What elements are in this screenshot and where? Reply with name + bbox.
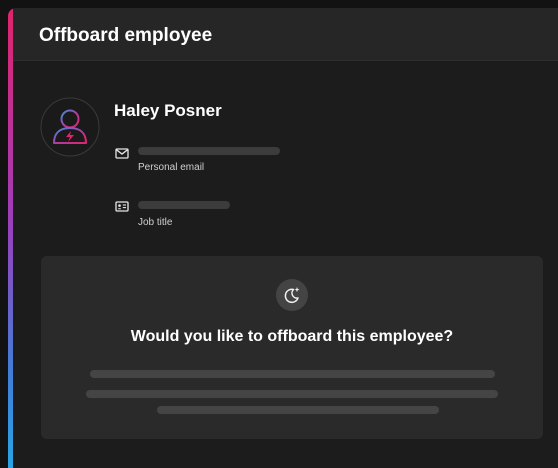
description-line-placeholder bbox=[157, 406, 439, 414]
dialog-title: Offboard employee bbox=[39, 25, 213, 46]
description-line-placeholder bbox=[86, 390, 498, 398]
accent-bar bbox=[8, 8, 13, 468]
email-label: Personal email bbox=[138, 162, 205, 173]
description-line-placeholder bbox=[90, 370, 495, 378]
dialog-header: Offboard employee bbox=[13, 8, 558, 61]
offboard-dialog: Offboard employee Haley Posner Personal … bbox=[8, 8, 558, 468]
user-lightning-icon bbox=[40, 97, 100, 157]
offboard-confirm-card: Would you like to offboard this employee… bbox=[41, 256, 543, 439]
email-value-placeholder bbox=[138, 147, 280, 155]
job-title-label: Job title bbox=[138, 217, 173, 228]
moon-sparkle-icon bbox=[276, 279, 308, 311]
mail-icon bbox=[115, 147, 129, 159]
id-card-icon bbox=[115, 200, 129, 212]
employee-name: Haley Posner bbox=[114, 101, 222, 120]
job-title-value-placeholder bbox=[138, 201, 230, 209]
offboard-question: Would you like to offboard this employee… bbox=[130, 328, 454, 345]
